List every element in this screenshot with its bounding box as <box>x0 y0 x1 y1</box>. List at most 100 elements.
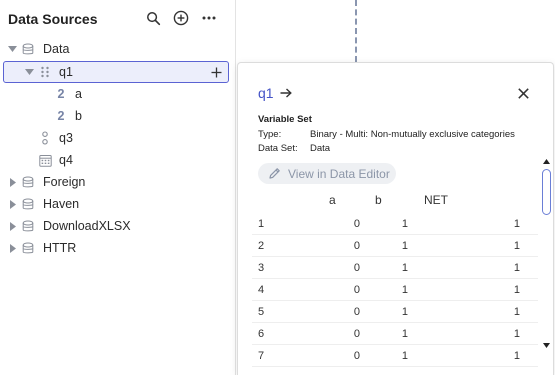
panel-subtitle: Variable Set <box>258 114 312 125</box>
column-header: b <box>375 193 382 207</box>
calendar-icon <box>38 153 52 167</box>
tree-item-label: Data <box>43 42 70 56</box>
row-index: 1 <box>258 218 265 230</box>
cell-a: 0 <box>353 262 360 274</box>
caret-right-icon[interactable] <box>8 177 18 187</box>
close-icon[interactable] <box>515 85 531 101</box>
cell-b: 1 <box>401 328 408 340</box>
type-row: Type: Binary - Multi: Non-mutually exclus… <box>258 129 515 140</box>
cell-net: 1 <box>513 262 520 274</box>
table-row: 6 0 1 1 <box>238 323 538 345</box>
scroll-up-icon[interactable] <box>543 159 550 166</box>
dataset-row: Data Set: Data <box>258 143 330 154</box>
cell-a: 0 <box>353 306 360 318</box>
table-row: 2 0 1 1 <box>238 235 538 257</box>
row-index: 2 <box>258 240 265 252</box>
tree-item-httr[interactable]: HTTR <box>0 237 236 259</box>
tree-item-label: q3 <box>59 131 73 145</box>
tree-item-data[interactable]: Data <box>0 38 236 60</box>
cell-a: 0 <box>353 218 360 230</box>
tree-item-a[interactable]: 2 a <box>0 83 236 105</box>
view-in-data-editor-button[interactable]: View in Data Editor <box>258 163 396 184</box>
caret-right-icon[interactable] <box>8 243 18 253</box>
database-icon <box>21 175 35 189</box>
ordinal-icon <box>38 131 52 145</box>
caret-right-icon[interactable] <box>8 221 18 231</box>
row-index: 5 <box>258 306 265 318</box>
numeric-icon: 2 <box>57 109 65 123</box>
tree-item-label: DownloadXLSX <box>43 219 131 233</box>
table-row: 3 0 1 1 <box>238 257 538 279</box>
column-header: a <box>329 193 336 207</box>
table-row: 7 0 1 1 <box>238 345 538 367</box>
row-index: 4 <box>258 284 265 296</box>
tree-item-label: Haven <box>43 197 80 211</box>
tree-item-q4[interactable]: q4 <box>0 149 236 171</box>
cell-b: 1 <box>401 350 408 362</box>
tree-item-label: Foreign <box>43 175 86 189</box>
data-sources-sidebar: Data Sources Data q1 2 a 2 b q3 q4 Forei… <box>0 0 236 375</box>
dataset-label: Data Set: <box>258 143 298 154</box>
arrow-right-icon[interactable] <box>280 85 292 101</box>
variable-preview-panel: q1 Variable Set Type: Binary - Multi: Non… <box>237 62 554 375</box>
cell-net: 1 <box>513 218 520 230</box>
tree-item-q3[interactable]: q3 <box>0 127 236 149</box>
cell-net: 1 <box>513 284 520 296</box>
cell-a: 0 <box>353 350 360 362</box>
canvas-dashed-divider <box>355 0 357 62</box>
tree-item-haven[interactable]: Haven <box>0 193 236 215</box>
database-icon <box>21 42 35 56</box>
tree-item-q1[interactable]: q1 <box>3 61 229 83</box>
cell-net: 1 <box>513 350 520 362</box>
search-icon[interactable] <box>144 9 162 27</box>
pencil-icon <box>267 167 281 181</box>
cell-net: 1 <box>513 328 520 340</box>
tree-item-downloadxlsx[interactable]: DownloadXLSX <box>0 215 236 237</box>
more-options-icon[interactable] <box>200 9 218 27</box>
caret-down-icon[interactable] <box>7 44 17 54</box>
row-index: 3 <box>258 262 265 274</box>
add-icon[interactable] <box>208 63 224 81</box>
sidebar-header: Data Sources <box>0 0 236 38</box>
table-row: 1 0 1 1 <box>238 213 538 235</box>
tree-item-label: q4 <box>59 153 73 167</box>
table-scrollbar[interactable] <box>540 159 553 375</box>
tree-item-label: HTTR <box>43 241 77 255</box>
cell-a: 0 <box>353 240 360 252</box>
database-icon <box>21 219 35 233</box>
row-index: 6 <box>258 328 265 340</box>
table-row: 4 0 1 1 <box>238 279 538 301</box>
table-header: a b NET <box>238 193 538 213</box>
tree-item-b[interactable]: 2 b <box>0 105 236 127</box>
multi-variable-grip-icon <box>38 65 52 79</box>
panel-title-link[interactable]: q1 <box>258 85 292 101</box>
table-row: 5 0 1 1 <box>238 301 538 323</box>
scrollbar-thumb[interactable] <box>542 169 551 215</box>
tree-item-label: a <box>75 87 82 101</box>
database-icon <box>21 197 35 211</box>
dataset-value: Data <box>310 143 331 154</box>
add-circle-icon[interactable] <box>172 9 190 27</box>
numeric-icon: 2 <box>57 87 65 101</box>
cell-net: 1 <box>513 306 520 318</box>
caret-right-icon[interactable] <box>8 199 18 209</box>
cell-b: 1 <box>401 218 408 230</box>
panel-title: q1 <box>258 85 274 101</box>
caret-down-icon[interactable] <box>24 67 34 77</box>
scroll-down-icon[interactable] <box>543 343 550 350</box>
tree-item-label: q1 <box>59 65 73 79</box>
cell-b: 1 <box>401 262 408 274</box>
sidebar-title: Data Sources <box>8 11 98 27</box>
type-label: Type: <box>258 129 282 140</box>
tree-item-label: b <box>75 109 82 123</box>
cell-a: 0 <box>353 328 360 340</box>
cell-b: 1 <box>401 284 408 296</box>
column-header: NET <box>424 193 448 207</box>
cell-b: 1 <box>401 240 408 252</box>
cell-b: 1 <box>401 306 408 318</box>
tree-item-foreign[interactable]: Foreign <box>0 171 236 193</box>
row-index: 7 <box>258 350 265 362</box>
cell-a: 0 <box>353 284 360 296</box>
view-button-label: View in Data Editor <box>288 166 390 181</box>
cell-net: 1 <box>513 240 520 252</box>
